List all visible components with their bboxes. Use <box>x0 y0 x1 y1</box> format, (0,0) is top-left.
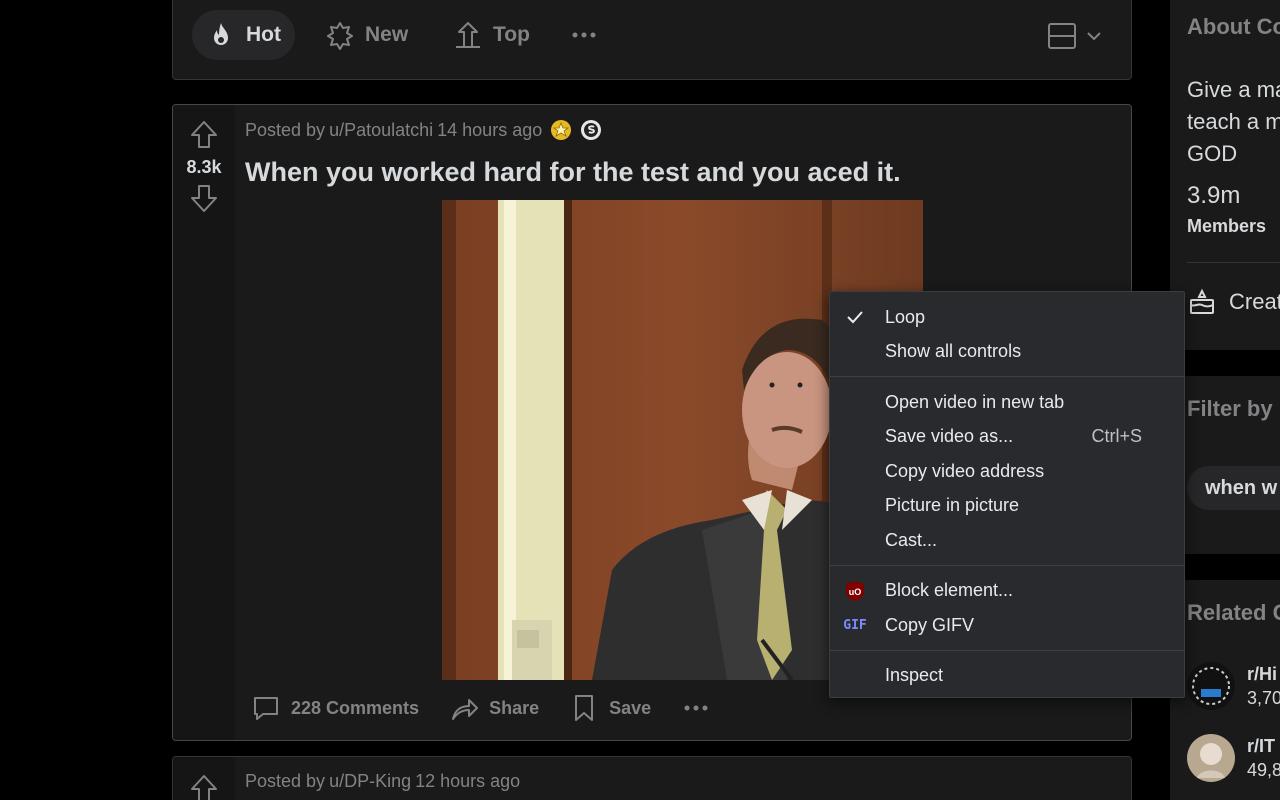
related-title: Related C <box>1187 600 1280 625</box>
filter-title: Filter by <box>1187 396 1273 421</box>
related-communities-card: Related C r/Hi 3,70 r/IT 49,8 <box>1170 580 1280 800</box>
cake-icon <box>1190 288 1214 314</box>
top-chart-icon <box>456 22 480 48</box>
comments-label: 228 Comments <box>291 697 420 718</box>
post-meta: Posted by u/Patoulatchi 14 hours ago <box>245 119 602 141</box>
sparkle-icon <box>327 22 353 50</box>
related-community-item[interactable]: r/IT 49,8 <box>1187 734 1280 782</box>
menu-item-show-controls[interactable]: Show all controls <box>830 335 1184 370</box>
share-label: Share <box>489 697 540 718</box>
menu-item-save-video[interactable]: Save video as... Ctrl+S <box>830 420 1184 455</box>
card-layout-icon <box>1048 23 1076 49</box>
vote-count: 8.3k <box>186 157 222 177</box>
share-button[interactable]: Share <box>449 693 539 723</box>
about-community-card: About Co Give a ma teach a m GOD 3.9m Me… <box>1170 0 1280 350</box>
video-context-menu: Loop Show all controls Open video in new… <box>829 291 1185 698</box>
community-avatar <box>1187 662 1235 710</box>
save-button[interactable]: Save <box>569 693 651 723</box>
post-meta: Posted by u/DP-King 12 hours ago <box>245 771 520 792</box>
related-community-item[interactable]: r/Hi 3,70 <box>1187 662 1280 710</box>
menu-item-picture-in-picture[interactable]: Picture in picture <box>830 489 1184 524</box>
community-description: Give a ma teach a m GOD <box>1187 77 1280 166</box>
save-label: Save <box>609 697 652 718</box>
sort-new-label: New <box>365 23 409 46</box>
comment-icon <box>254 697 278 720</box>
menu-item-open-video-new-tab[interactable]: Open video in new tab <box>830 385 1184 420</box>
menu-separator <box>830 649 1184 651</box>
filter-by-flair-card: Filter by when w <box>1170 376 1280 554</box>
posted-by-label: Posted by <box>245 771 326 791</box>
more-icon <box>572 32 596 38</box>
menu-item-block-element[interactable]: uO Block element... <box>830 574 1184 609</box>
bookmark-icon <box>575 695 594 721</box>
more-options-button[interactable] <box>681 693 711 723</box>
ublock-icon: uO <box>844 580 866 602</box>
checkmark-icon <box>844 306 866 328</box>
menu-separator <box>830 376 1184 377</box>
vote-column <box>173 757 235 800</box>
post-time[interactable]: 14 hours ago <box>437 120 542 141</box>
sort-hot-label: Hot <box>246 23 281 46</box>
downvote-icon[interactable] <box>188 182 220 214</box>
shortcut-label: Ctrl+S <box>1091 426 1142 447</box>
members-count: 3.9m <box>1187 182 1241 209</box>
sort-top-label: Top <box>493 23 530 46</box>
about-title: About Co <box>1187 14 1280 39</box>
created-date: Creat <box>1187 286 1280 318</box>
gif-icon: GIF <box>843 617 867 633</box>
silver-award-icon[interactable] <box>580 119 602 141</box>
sort-hot-button[interactable]: Hot <box>192 10 295 60</box>
share-icon <box>452 699 479 720</box>
flair-chip[interactable]: when w <box>1187 466 1280 510</box>
award-icon[interactable] <box>550 119 572 141</box>
menu-item-copy-video-address[interactable]: Copy video address <box>830 454 1184 489</box>
comments-button[interactable]: 228 Comments <box>251 693 419 723</box>
menu-item-loop[interactable]: Loop <box>830 300 1184 335</box>
more-icon <box>684 705 708 711</box>
upvote-icon[interactable] <box>188 119 220 151</box>
layout-toggle-button[interactable] <box>1047 21 1103 51</box>
chevron-down-icon <box>1087 32 1101 41</box>
divider <box>1187 262 1280 263</box>
sort-new-button[interactable]: New <box>311 10 422 60</box>
menu-item-cast[interactable]: Cast... <box>830 523 1184 558</box>
sort-top-button[interactable]: Top <box>439 10 544 60</box>
menu-item-inspect[interactable]: Inspect <box>830 659 1184 694</box>
post-title[interactable]: When you worked hard for the test and yo… <box>245 157 901 188</box>
post-author[interactable]: u/DP-King <box>329 771 411 792</box>
menu-item-copy-gifv[interactable]: GIF Copy GIFV <box>830 608 1184 643</box>
page: Hot New Top 8.3k Posted by u/Patoulatchi… <box>0 0 1280 800</box>
post-actions: 228 Comments Share Save <box>251 693 711 723</box>
flame-icon <box>214 23 228 45</box>
sort-bar: Hot New Top <box>172 0 1132 80</box>
upvote-icon[interactable] <box>188 773 220 800</box>
post-author[interactable]: u/Patoulatchi <box>329 120 433 141</box>
menu-separator <box>830 564 1184 566</box>
svg-text:uO: uO <box>849 587 862 597</box>
posted-by-label: Posted by <box>245 119 326 140</box>
members-label: Members <box>1187 216 1267 236</box>
post-card[interactable]: Posted by u/DP-King 12 hours ago <box>172 756 1132 800</box>
more-sort-button[interactable] <box>555 10 613 60</box>
vote-column: 8.3k <box>173 105 235 740</box>
community-avatar <box>1187 734 1235 782</box>
post-time[interactable]: 12 hours ago <box>415 771 520 792</box>
